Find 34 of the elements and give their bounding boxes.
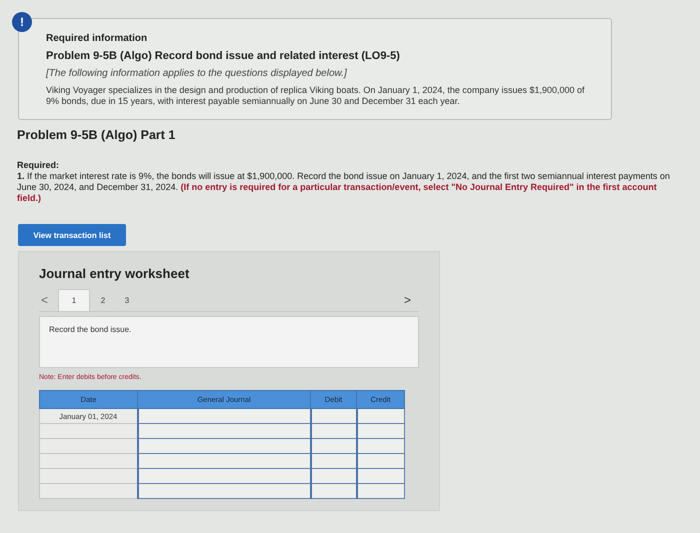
credit-field[interactable] — [356, 438, 404, 454]
account-field[interactable] — [138, 468, 310, 484]
account-field[interactable] — [138, 484, 310, 498]
step-tab[interactable]: 1 — [58, 289, 90, 311]
account-field[interactable] — [138, 408, 310, 424]
problem-title: Problem 9-5B (Algo) Record bond issue and related interest (LO9-5) — [46, 50, 401, 62]
debit-field[interactable] — [310, 438, 356, 454]
debit-field[interactable] — [310, 454, 356, 468]
required-text: 1. If the market interest rate is 9%, the bonds will issue at $1,900,000. Record the bond issue on January 1, 2024, and the first two semiannual interest payments on June 30, 2024, and December 31, 2024. (If no entry is required for a particular transaction/event, select "No Journal Entry Required" in the first account field.) — [17, 171, 670, 204]
view-transaction-list-button[interactable]: View transaction list — [18, 224, 126, 246]
account-field[interactable] — [138, 454, 310, 468]
previous-button[interactable]: < — [39, 293, 56, 311]
info-note: [The following information applies to the questions displayed below.] — [46, 68, 348, 79]
credit-field[interactable] — [356, 424, 404, 438]
debit-field[interactable] — [310, 484, 356, 498]
step-tab[interactable]: 2 — [92, 289, 114, 311]
alert-icon: ! — [12, 12, 32, 32]
account-field[interactable] — [138, 424, 310, 438]
credit-field[interactable] — [356, 484, 404, 498]
credit-field[interactable] — [356, 454, 404, 468]
debit-field[interactable] — [310, 424, 356, 438]
prompt-text: Record the bond issue. — [49, 325, 132, 334]
credit-field[interactable] — [356, 408, 404, 424]
credit-field[interactable] — [356, 468, 404, 484]
problem-description: Viking Voyager specializes in the design and production of replica Viking boats. On January 1, 2024, the company issues $1,900,000 of 9% bonds, due in 15 years, with interest payable semiannually on June 30 and December 31 each year. — [46, 85, 586, 107]
account-field[interactable] — [138, 438, 310, 454]
step-tab[interactable]: 3 — [116, 289, 138, 311]
info-heading: Required information — [46, 33, 148, 44]
debit-field[interactable] — [310, 468, 356, 484]
required-label: Required: — [17, 160, 60, 171]
worksheet-title: Journal entry worksheet — [39, 266, 190, 281]
debit-field[interactable] — [310, 408, 356, 424]
part-title: Problem 9-5B (Algo) Part 1 — [17, 128, 176, 142]
next-button[interactable]: > — [402, 293, 419, 311]
